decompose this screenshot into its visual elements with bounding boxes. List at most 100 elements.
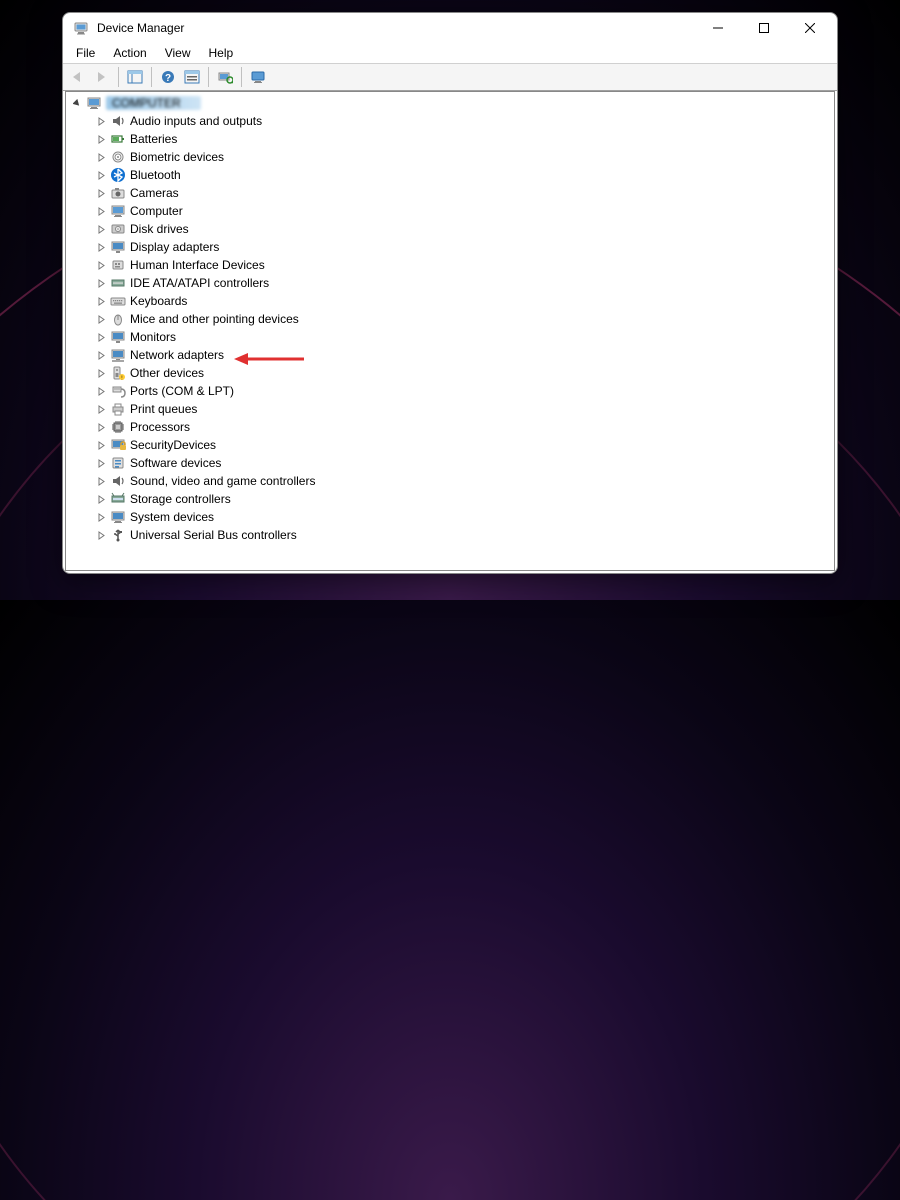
expander-closed-icon[interactable] [94,150,108,164]
expander-closed-icon[interactable] [94,492,108,506]
tree-node[interactable]: Human Interface Devices [94,256,834,274]
window-title: Device Manager [97,21,184,35]
tree-node[interactable]: System devices [94,508,834,526]
tree-node-label: Mice and other pointing devices [130,312,299,326]
tree-node-label: Software devices [130,456,221,470]
tree-node[interactable]: Biometric devices [94,148,834,166]
security-icon [110,437,126,453]
device-tree-panel[interactable]: COMPUTER Audio inputs and outputs Batteri… [65,91,835,571]
tree-node[interactable]: Display adapters [94,238,834,256]
expander-closed-icon[interactable] [94,384,108,398]
tree-node[interactable]: Sound, video and game controllers [94,472,834,490]
tree-node[interactable]: Computer [94,202,834,220]
tree-root-node[interactable]: COMPUTER [70,94,834,112]
tree-node[interactable]: !Other devices [94,364,834,382]
tree-node[interactable]: Cameras [94,184,834,202]
ide-icon [110,275,126,291]
expander-closed-icon[interactable] [94,258,108,272]
menu-help[interactable]: Help [202,45,241,61]
expander-closed-icon[interactable] [94,222,108,236]
tree-node[interactable]: Bluetooth [94,166,834,184]
tree-node[interactable]: Disk drives [94,220,834,238]
tree-node[interactable]: Ports (COM & LPT) [94,382,834,400]
titlebar[interactable]: Device Manager [63,13,837,43]
tree-node-label: Sound, video and game controllers [130,474,315,488]
toolbar-separator [118,67,119,87]
expander-closed-icon[interactable] [94,366,108,380]
expander-closed-icon[interactable] [94,132,108,146]
tree-node[interactable]: Network adapters [94,346,834,364]
tree-node[interactable]: Print queues [94,400,834,418]
expander-closed-icon[interactable] [94,510,108,524]
expander-closed-icon[interactable] [94,204,108,218]
tree-children: Audio inputs and outputs Batteries Biometr… [70,112,834,544]
expander-closed-icon[interactable] [94,168,108,182]
close-button[interactable] [787,13,833,43]
usb-icon [110,527,126,543]
menu-file[interactable]: File [69,45,102,61]
tree-node-label: Storage controllers [130,492,231,506]
tree-node-label: Keyboards [130,294,187,308]
device-manager-window: Device Manager File Action View Help ? [62,12,838,574]
bluetooth-icon [110,167,126,183]
tree-node-label: Audio inputs and outputs [130,114,262,128]
tree-node[interactable]: Keyboards [94,292,834,310]
expander-closed-icon[interactable] [94,330,108,344]
svg-text:!: ! [121,376,122,382]
expander-closed-icon[interactable] [94,402,108,416]
toolbar-forward [91,66,113,88]
battery-icon [110,131,126,147]
expander-closed-icon[interactable] [94,474,108,488]
storage-icon [110,491,126,507]
tree-node[interactable]: Audio inputs and outputs [94,112,834,130]
toolbar: ? [63,63,837,91]
tree-node[interactable]: Storage controllers [94,490,834,508]
minimize-button[interactable] [695,13,741,43]
expander-closed-icon[interactable] [94,312,108,326]
tree-node-label: SecurityDevices [130,438,216,452]
expander-closed-icon[interactable] [94,456,108,470]
toolbar-help[interactable]: ? [157,66,179,88]
maximize-button[interactable] [741,13,787,43]
expander-open-icon[interactable] [70,96,84,110]
toolbar-separator [208,67,209,87]
camera-icon [110,185,126,201]
tree-node[interactable]: Software devices [94,454,834,472]
tree-node[interactable]: Mice and other pointing devices [94,310,834,328]
tree-node[interactable]: SecurityDevices [94,436,834,454]
expander-closed-icon[interactable] [94,348,108,362]
toolbar-action-window[interactable] [181,66,203,88]
toolbar-scan-hardware[interactable] [214,66,236,88]
tree-node-label: Display adapters [130,240,219,254]
tree-node-label: Disk drives [130,222,189,236]
other-icon: ! [110,365,126,381]
expander-closed-icon[interactable] [94,528,108,542]
expander-closed-icon[interactable] [94,438,108,452]
svg-text:?: ? [165,73,171,84]
software-icon [110,455,126,471]
expander-closed-icon[interactable] [94,294,108,308]
tree-node[interactable]: Processors [94,418,834,436]
expander-closed-icon[interactable] [94,114,108,128]
tree-node[interactable]: Monitors [94,328,834,346]
audio-icon [110,113,126,129]
tree-node[interactable]: Batteries [94,130,834,148]
tree-node-label: Cameras [130,186,179,200]
expander-closed-icon[interactable] [94,186,108,200]
toolbar-separator [241,67,242,87]
device-manager-app-icon [73,20,89,36]
expander-closed-icon[interactable] [94,276,108,290]
toolbar-show-hide-tree[interactable] [124,66,146,88]
toolbar-remote[interactable] [247,66,269,88]
tree-node-label: Network adapters [130,348,224,362]
tree-node[interactable]: IDE ATA/ATAPI controllers [94,274,834,292]
toolbar-separator [151,67,152,87]
expander-closed-icon[interactable] [94,240,108,254]
computer-root-icon [86,95,102,111]
tree-node[interactable]: Universal Serial Bus controllers [94,526,834,544]
expander-closed-icon[interactable] [94,420,108,434]
menu-view[interactable]: View [158,45,198,61]
tree-node-label: Batteries [130,132,177,146]
keyboard-icon [110,293,126,309]
menu-action[interactable]: Action [106,45,153,61]
